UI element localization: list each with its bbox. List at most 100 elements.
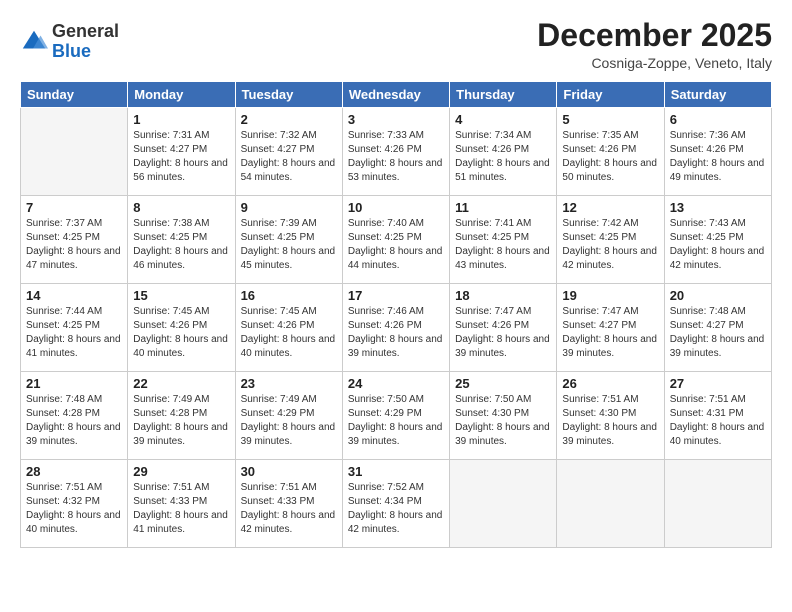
weekday-header-sunday: Sunday — [21, 82, 128, 108]
day-number: 27 — [670, 376, 766, 391]
calendar-cell: 24 Sunrise: 7:50 AMSunset: 4:29 PMDayligh… — [342, 372, 449, 460]
cell-info: Sunrise: 7:45 AMSunset: 4:26 PMDaylight:… — [133, 305, 229, 361]
calendar-cell: 21 Sunrise: 7:48 AMSunset: 4:28 PMDayligh… — [21, 372, 128, 460]
calendar-cell — [450, 460, 557, 548]
calendar-cell: 3 Sunrise: 7:33 AMSunset: 4:26 PMDaylight… — [342, 108, 449, 196]
calendar-cell: 6 Sunrise: 7:36 AMSunset: 4:26 PMDaylight… — [664, 108, 771, 196]
day-number: 29 — [133, 464, 229, 479]
day-number: 17 — [348, 288, 444, 303]
calendar-cell: 22 Sunrise: 7:49 AMSunset: 4:28 PMDayligh… — [128, 372, 235, 460]
calendar-cell: 25 Sunrise: 7:50 AMSunset: 4:30 PMDayligh… — [450, 372, 557, 460]
cell-info: Sunrise: 7:50 AMSunset: 4:30 PMDaylight:… — [455, 393, 551, 449]
cell-info: Sunrise: 7:49 AMSunset: 4:28 PMDaylight:… — [133, 393, 229, 449]
cell-info: Sunrise: 7:50 AMSunset: 4:29 PMDaylight:… — [348, 393, 444, 449]
day-number: 11 — [455, 200, 551, 215]
calendar-cell: 14 Sunrise: 7:44 AMSunset: 4:25 PMDayligh… — [21, 284, 128, 372]
day-number: 8 — [133, 200, 229, 215]
header: General Blue December 2025 Cosniga-Zoppe… — [20, 18, 772, 71]
calendar-cell: 26Sunrise: 7:51 AMSunset: 4:30 PMDayligh… — [557, 372, 664, 460]
calendar-cell — [21, 108, 128, 196]
weekday-header-monday: Monday — [128, 82, 235, 108]
week-row-0: 1Sunrise: 7:31 AMSunset: 4:27 PMDaylight… — [21, 108, 772, 196]
cell-info: Sunrise: 7:37 AMSunset: 4:25 PMDaylight:… — [26, 217, 122, 273]
cell-info: Sunrise: 7:39 AMSunset: 4:25 PMDaylight:… — [241, 217, 337, 273]
cell-info: Sunrise: 7:31 AMSunset: 4:27 PMDaylight:… — [133, 129, 229, 185]
cell-info: Sunrise: 7:40 AMSunset: 4:25 PMDaylight:… — [348, 217, 444, 273]
day-number: 14 — [26, 288, 122, 303]
day-number: 25 — [455, 376, 551, 391]
page: General Blue December 2025 Cosniga-Zoppe… — [0, 0, 792, 612]
logo-general-text: General — [52, 21, 119, 41]
calendar-cell: 17Sunrise: 7:46 AMSunset: 4:26 PMDayligh… — [342, 284, 449, 372]
calendar-cell: 1Sunrise: 7:31 AMSunset: 4:27 PMDaylight… — [128, 108, 235, 196]
calendar-cell: 30Sunrise: 7:51 AMSunset: 4:33 PMDayligh… — [235, 460, 342, 548]
cell-info: Sunrise: 7:48 AMSunset: 4:28 PMDaylight:… — [26, 393, 122, 449]
weekday-header-wednesday: Wednesday — [342, 82, 449, 108]
day-number: 19 — [562, 288, 658, 303]
weekday-header-friday: Friday — [557, 82, 664, 108]
weekday-header-saturday: Saturday — [664, 82, 771, 108]
cell-info: Sunrise: 7:48 AMSunset: 4:27 PMDaylight:… — [670, 305, 766, 361]
day-number: 7 — [26, 200, 122, 215]
day-number: 12 — [562, 200, 658, 215]
day-number: 13 — [670, 200, 766, 215]
cell-info: Sunrise: 7:51 AMSunset: 4:33 PMDaylight:… — [241, 481, 337, 537]
day-number: 21 — [26, 376, 122, 391]
cell-info: Sunrise: 7:32 AMSunset: 4:27 PMDaylight:… — [241, 129, 337, 185]
calendar-cell: 4Sunrise: 7:34 AMSunset: 4:26 PMDaylight… — [450, 108, 557, 196]
week-row-4: 28 Sunrise: 7:51 AMSunset: 4:32 PMDayligh… — [21, 460, 772, 548]
weekday-header-thursday: Thursday — [450, 82, 557, 108]
cell-info: Sunrise: 7:38 AMSunset: 4:25 PMDaylight:… — [133, 217, 229, 273]
day-number: 10 — [348, 200, 444, 215]
calendar-cell: 11 Sunrise: 7:41 AMSunset: 4:25 PMDayligh… — [450, 196, 557, 284]
month-title: December 2025 — [537, 18, 772, 53]
cell-info: Sunrise: 7:47 AMSunset: 4:27 PMDaylight:… — [562, 305, 658, 361]
day-number: 3 — [348, 112, 444, 127]
day-number: 4 — [455, 112, 551, 127]
calendar-cell: 20 Sunrise: 7:48 AMSunset: 4:27 PMDayligh… — [664, 284, 771, 372]
calendar-cell — [557, 460, 664, 548]
cell-info: Sunrise: 7:33 AMSunset: 4:26 PMDaylight:… — [348, 129, 444, 185]
calendar-cell: 12Sunrise: 7:42 AMSunset: 4:25 PMDayligh… — [557, 196, 664, 284]
calendar-cell: 10 Sunrise: 7:40 AMSunset: 4:25 PMDayligh… — [342, 196, 449, 284]
cell-info: Sunrise: 7:47 AMSunset: 4:26 PMDaylight:… — [455, 305, 551, 361]
calendar-cell: 18 Sunrise: 7:47 AMSunset: 4:26 PMDayligh… — [450, 284, 557, 372]
cell-info: Sunrise: 7:41 AMSunset: 4:25 PMDaylight:… — [455, 217, 551, 273]
calendar-cell: 19 Sunrise: 7:47 AMSunset: 4:27 PMDayligh… — [557, 284, 664, 372]
cell-info: Sunrise: 7:36 AMSunset: 4:26 PMDaylight:… — [670, 129, 766, 185]
calendar-cell: 15Sunrise: 7:45 AMSunset: 4:26 PMDayligh… — [128, 284, 235, 372]
cell-info: Sunrise: 7:51 AMSunset: 4:32 PMDaylight:… — [26, 481, 122, 537]
day-number: 22 — [133, 376, 229, 391]
day-number: 24 — [348, 376, 444, 391]
day-number: 28 — [26, 464, 122, 479]
weekday-header-row: SundayMondayTuesdayWednesdayThursdayFrid… — [21, 82, 772, 108]
calendar-cell — [664, 460, 771, 548]
logo: General Blue — [20, 22, 119, 62]
day-number: 18 — [455, 288, 551, 303]
calendar-table: SundayMondayTuesdayWednesdayThursdayFrid… — [20, 81, 772, 548]
calendar-cell: 5 Sunrise: 7:35 AMSunset: 4:26 PMDaylight… — [557, 108, 664, 196]
location-title: Cosniga-Zoppe, Veneto, Italy — [537, 55, 772, 71]
calendar-cell: 31Sunrise: 7:52 AMSunset: 4:34 PMDayligh… — [342, 460, 449, 548]
calendar-cell: 2Sunrise: 7:32 AMSunset: 4:27 PMDaylight… — [235, 108, 342, 196]
calendar-cell: 9Sunrise: 7:39 AMSunset: 4:25 PMDaylight… — [235, 196, 342, 284]
week-row-2: 14 Sunrise: 7:44 AMSunset: 4:25 PMDayligh… — [21, 284, 772, 372]
cell-info: Sunrise: 7:51 AMSunset: 4:30 PMDaylight:… — [562, 393, 658, 449]
week-row-3: 21 Sunrise: 7:48 AMSunset: 4:28 PMDayligh… — [21, 372, 772, 460]
day-number: 6 — [670, 112, 766, 127]
day-number: 23 — [241, 376, 337, 391]
cell-info: Sunrise: 7:44 AMSunset: 4:25 PMDaylight:… — [26, 305, 122, 361]
title-block: December 2025 Cosniga-Zoppe, Veneto, Ita… — [537, 18, 772, 71]
cell-info: Sunrise: 7:45 AMSunset: 4:26 PMDaylight:… — [241, 305, 337, 361]
calendar-cell: 23Sunrise: 7:49 AMSunset: 4:29 PMDayligh… — [235, 372, 342, 460]
logo-icon — [20, 28, 48, 56]
day-number: 5 — [562, 112, 658, 127]
cell-info: Sunrise: 7:52 AMSunset: 4:34 PMDaylight:… — [348, 481, 444, 537]
cell-info: Sunrise: 7:51 AMSunset: 4:31 PMDaylight:… — [670, 393, 766, 449]
cell-info: Sunrise: 7:35 AMSunset: 4:26 PMDaylight:… — [562, 129, 658, 185]
calendar-cell: 8 Sunrise: 7:38 AMSunset: 4:25 PMDaylight… — [128, 196, 235, 284]
calendar-cell: 16Sunrise: 7:45 AMSunset: 4:26 PMDayligh… — [235, 284, 342, 372]
day-number: 20 — [670, 288, 766, 303]
logo-blue-text: Blue — [52, 41, 91, 61]
calendar-cell: 27 Sunrise: 7:51 AMSunset: 4:31 PMDayligh… — [664, 372, 771, 460]
